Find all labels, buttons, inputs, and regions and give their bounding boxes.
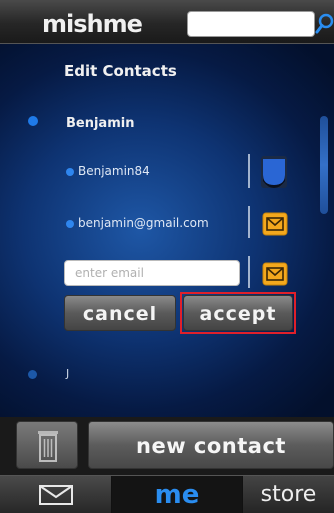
email-input[interactable] [64,260,240,286]
detail-bullet-icon [66,220,74,228]
contact-name[interactable]: J [66,367,69,380]
page-title: Edit Contacts [64,62,177,80]
search-icon[interactable] [315,13,334,37]
cancel-button[interactable]: cancel [64,295,176,331]
new-contact-button[interactable]: new contact [88,421,334,469]
detail-bullet-icon [66,168,74,176]
trash-icon [38,431,58,462]
chat-icon[interactable] [260,155,288,189]
search-input[interactable] [187,11,315,37]
app-logo: mishme [42,10,143,38]
detail-email: benjamin@gmail.com [78,216,209,230]
divider [248,154,250,188]
mail-icon[interactable] [262,212,288,236]
detail-username: Benjamin84 [78,164,150,178]
mail-icon[interactable] [262,262,288,286]
header-bar: mishme [0,0,334,44]
contact-dot-icon [28,116,38,126]
mail-icon [38,485,73,505]
nav-me[interactable]: me [112,476,242,513]
delete-button[interactable] [16,421,78,469]
app-screen: mishme Edit Contacts Benjamin Benjamin84… [0,0,334,513]
contact-dot-icon [28,370,37,379]
divider [248,206,250,238]
contact-name[interactable]: Benjamin [66,116,134,131]
nav-mail[interactable] [0,476,112,513]
scrollbar[interactable] [320,116,328,214]
divider [248,256,250,288]
bottom-nav: me store [0,475,334,513]
nav-store[interactable]: store [242,476,334,513]
accept-highlight [180,292,296,334]
